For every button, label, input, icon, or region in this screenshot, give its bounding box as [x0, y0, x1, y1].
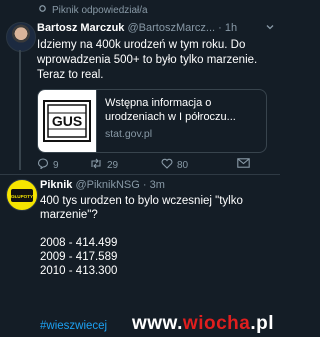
- avatar[interactable]: GŁUPOTY: [6, 179, 38, 211]
- svg-text:GUS: GUS: [52, 113, 82, 129]
- svg-text:GŁUPOTY: GŁUPOTY: [11, 194, 33, 199]
- dm-button[interactable]: [237, 158, 250, 171]
- reply-context-label: Piknik odpowiedział/a: [52, 4, 148, 16]
- text-line: 2010 - 413.300: [40, 265, 118, 277]
- heart-icon: [161, 158, 173, 172]
- author-name[interactable]: Piknik: [40, 179, 72, 191]
- retweet-icon: [89, 158, 103, 172]
- avatar[interactable]: [6, 22, 36, 52]
- envelope-icon: [237, 158, 250, 171]
- link-card[interactable]: GUS Wstępna informacja o urodzeniach w I…: [37, 89, 267, 153]
- reply-icon: [37, 158, 49, 172]
- author-handle[interactable]: @BartoszMarcz...: [127, 22, 215, 34]
- hashtag-link[interactable]: #wieszwiecej: [40, 320, 107, 332]
- divider: [0, 174, 280, 175]
- tweet-actions: 9 29 80: [37, 158, 267, 172]
- text-line-blank: [40, 222, 272, 236]
- gus-logo: GUS: [38, 90, 97, 152]
- text-line: 400 tys urodzen to bylo wczesniej "tylko…: [40, 195, 243, 221]
- tweet-text: Idziemy na 400k urodzeń w tym roku. Do w…: [37, 39, 258, 81]
- watermark: www.wiocha.pl: [132, 313, 274, 334]
- retweet-icon: [38, 4, 47, 16]
- author-handle[interactable]: @PiknikNSG: [75, 179, 139, 191]
- card-domain: stat.gov.pl: [105, 128, 153, 140]
- reply-button[interactable]: 9: [37, 158, 59, 172]
- thread-line: [19, 50, 21, 170]
- retweet-count: 29: [107, 159, 119, 171]
- card-title[interactable]: Wstępna informacja o urodzeniach w I pół…: [105, 96, 257, 124]
- reply-context: Piknik odpowiedział/a: [38, 4, 148, 16]
- text-line: 2008 - 414.499: [40, 237, 118, 249]
- tweet-header: Piknik @PiknikNSG · 3m: [40, 179, 275, 191]
- author-name[interactable]: Bartosz Marczuk: [37, 22, 124, 34]
- like-button[interactable]: 80: [161, 158, 188, 172]
- tweet-header: Bartosz Marczuk @BartoszMarcz... · 1h: [37, 22, 275, 34]
- reply-count: 9: [53, 159, 59, 171]
- text-line: 2009 - 417.589: [40, 251, 118, 263]
- tweet-time[interactable]: · 3m: [143, 179, 165, 191]
- tweet-original[interactable]: Bartosz Marczuk @BartoszMarcz... · 1h Id…: [0, 20, 280, 174]
- retweet-button[interactable]: 29: [89, 158, 118, 172]
- tweet-text: 400 tys urodzen to bylo wczesniej "tylko…: [40, 194, 272, 278]
- chevron-down-icon[interactable]: [265, 22, 275, 35]
- tweet-time[interactable]: · 1h: [218, 22, 237, 34]
- like-count: 80: [177, 159, 189, 171]
